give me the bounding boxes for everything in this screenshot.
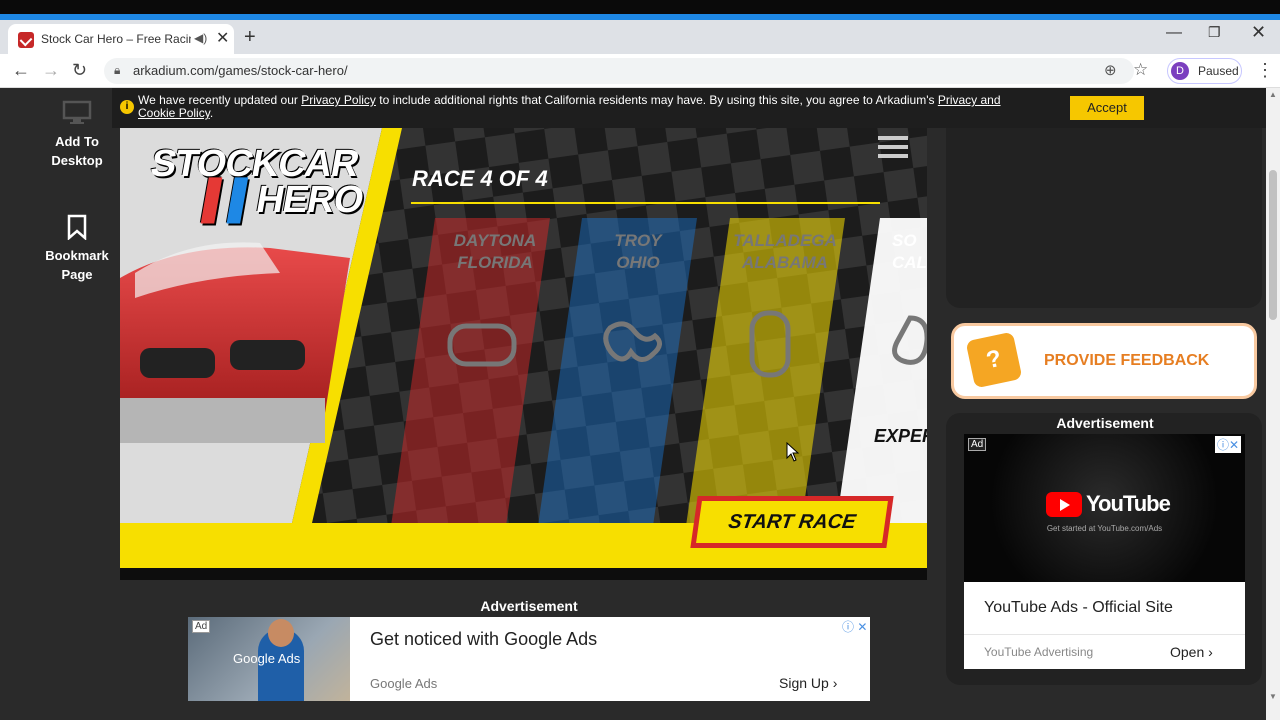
google-ads-banner[interactable]: Google Ads Ad ⓘ ✕ Get noticed with Googl… xyxy=(188,617,870,701)
feedback-label: PROVIDE FEEDBACK xyxy=(1044,352,1210,369)
window-restore-button[interactable]: ❐ xyxy=(1208,24,1221,41)
track-name: TROY xyxy=(614,231,662,250)
privacy-policy-link[interactable]: Privacy Policy xyxy=(301,93,376,107)
browser-menu-icon[interactable]: ⋮ xyxy=(1256,60,1274,81)
window-minimize-button[interactable]: — xyxy=(1166,24,1182,42)
ad-video-subtitle: Get started at YouTube.com/Ads xyxy=(1046,524,1163,533)
cookie-text-2: to include additional rights that Califo… xyxy=(375,93,938,107)
ad-tag: Ad xyxy=(192,620,211,633)
game-logo-line2-wrap: ▌▌HERO xyxy=(142,179,367,221)
scroll-up-icon[interactable]: ▲ xyxy=(1269,90,1277,99)
race-car-headlight xyxy=(230,340,305,370)
game-logo-line2: HERO xyxy=(252,179,367,221)
new-tab-button[interactable]: + xyxy=(244,26,256,49)
track-label-southern-california[interactable]: SO CALI xyxy=(892,230,927,274)
ad-divider xyxy=(964,634,1245,635)
ad-source: YouTube Advertising xyxy=(984,645,1094,659)
youtube-play-icon xyxy=(1046,492,1082,517)
cookie-accept-button[interactable]: Accept xyxy=(1070,96,1144,120)
game-canvas[interactable]: STOCKCAR ▌▌HERO RACE 4 OF 4 DAYTONA FLOR… xyxy=(120,128,927,580)
cookie-message: We have recently updated our Privacy Pol… xyxy=(138,94,1038,120)
track-name: TALLADEGA xyxy=(733,231,837,250)
bookmark-icon xyxy=(67,214,87,240)
game-menu-icon[interactable] xyxy=(878,136,908,158)
scrollbar-thumb[interactable] xyxy=(1269,170,1277,320)
ad-signup-button[interactable]: Sign Up › xyxy=(779,675,837,691)
race-car-bumper xyxy=(120,398,325,443)
bookmark-page-label: Bookmark Page xyxy=(45,248,109,282)
start-race-label: START RACE xyxy=(696,501,888,543)
window-close-button[interactable]: ✕ xyxy=(1251,22,1266,43)
track-state: CALI xyxy=(892,253,927,272)
cookie-text-1: We have recently updated our xyxy=(138,93,302,107)
back-arrow-icon[interactable]: ← xyxy=(12,60,30,81)
advertisement-label-right: Advertisement xyxy=(1056,415,1154,431)
ad-cta-label: Sign Up xyxy=(779,675,829,691)
game-bottom-bar xyxy=(120,568,927,580)
tab-title: Stock Car Hero – Free Racing xyxy=(41,32,191,46)
add-to-desktop-button[interactable]: Add To Desktop xyxy=(36,100,118,170)
url-text[interactable]: arkadium.com/games/stock-car-hero/ xyxy=(133,63,348,78)
mute-tab-icon[interactable]: ◀) xyxy=(194,31,207,45)
screen-top-edge xyxy=(0,0,1280,14)
install-app-icon[interactable]: ⊕ xyxy=(1104,61,1117,79)
ad-headline[interactable]: Get noticed with Google Ads xyxy=(370,629,597,650)
ad-headline[interactable]: YouTube Ads - Official Site xyxy=(984,599,1173,617)
lock-icon[interactable]: 🔒︎ xyxy=(114,63,120,78)
chevron-right-icon: › xyxy=(1208,644,1213,660)
ad-source: Google Ads xyxy=(370,676,438,691)
monitor-icon xyxy=(62,100,92,124)
track-name: DAYTONA xyxy=(453,231,537,250)
bookmark-star-icon[interactable]: ☆ xyxy=(1133,60,1148,80)
profile-button[interactable]: D Paused xyxy=(1167,58,1242,84)
cookie-text-3: . xyxy=(209,106,214,120)
track-state: FLORIDA xyxy=(457,253,533,272)
add-to-desktop-label: Add To Desktop xyxy=(51,134,103,168)
track-state: ALABAMA xyxy=(742,253,828,272)
right-panel-top xyxy=(946,128,1262,308)
game-logo-line1: STOCKCAR xyxy=(147,143,362,185)
start-race-button[interactable]: START RACE xyxy=(690,496,894,548)
browser-tab[interactable]: Stock Car Hero – Free Racing ◀) ✕ xyxy=(8,24,234,54)
chevron-right-icon: › xyxy=(832,675,838,691)
arkadium-favicon-icon xyxy=(18,32,34,48)
address-bar[interactable]: 🔒︎ arkadium.com/games/stock-car-hero/ ⊕ xyxy=(104,58,1134,84)
advertisement-label: Advertisement xyxy=(480,598,578,614)
ad-cta-label: Open xyxy=(1170,644,1205,660)
page-scrollbar[interactable]: ▲ ▼ xyxy=(1266,88,1280,720)
track-label-daytona[interactable]: DAYTONA FLORIDA xyxy=(450,230,540,274)
ad-tag: Ad xyxy=(968,438,987,451)
youtube-wordmark: YouTube xyxy=(1086,491,1171,516)
info-icon: i xyxy=(120,100,134,114)
bookmark-page-button[interactable]: Bookmark Page xyxy=(36,214,118,284)
ad-image-caption: Google Ads xyxy=(233,651,301,666)
reload-icon[interactable]: ↻ xyxy=(72,60,87,81)
forward-arrow-icon[interactable]: → xyxy=(42,60,60,81)
provide-feedback-button[interactable]: ? PROVIDE FEEDBACK xyxy=(951,323,1257,399)
difficulty-label: EXPER xyxy=(874,426,927,446)
race-header: RACE 4 OF 4 xyxy=(412,166,548,191)
adchoices-icon[interactable]: ⓘ✕ xyxy=(1215,436,1242,453)
youtube-ad[interactable]: Ad ⓘ✕ YouTube Get started at YouTube.com… xyxy=(964,434,1245,669)
track-name: SO xyxy=(892,231,917,250)
race-car-headlight xyxy=(140,348,215,378)
ad-open-button[interactable]: Open › xyxy=(1170,644,1213,660)
track-label-talladega[interactable]: TALLADEGA ALABAMA xyxy=(730,230,840,274)
track-label-troy[interactable]: TROY OHIO xyxy=(593,230,683,274)
ad-person-head xyxy=(268,619,294,647)
scroll-down-icon[interactable]: ▼ xyxy=(1269,692,1277,701)
adchoices-icon[interactable]: ⓘ ✕ xyxy=(842,618,867,635)
profile-avatar: D xyxy=(1171,62,1189,80)
profile-status: Paused xyxy=(1198,64,1239,78)
game-logo: STOCKCAR ▌▌HERO xyxy=(142,143,372,221)
feedback-die-icon: ? xyxy=(965,331,1023,389)
mouse-cursor-icon xyxy=(786,442,800,462)
track-state: OHIO xyxy=(616,253,660,272)
tab-close-button[interactable]: ✕ xyxy=(216,28,229,48)
